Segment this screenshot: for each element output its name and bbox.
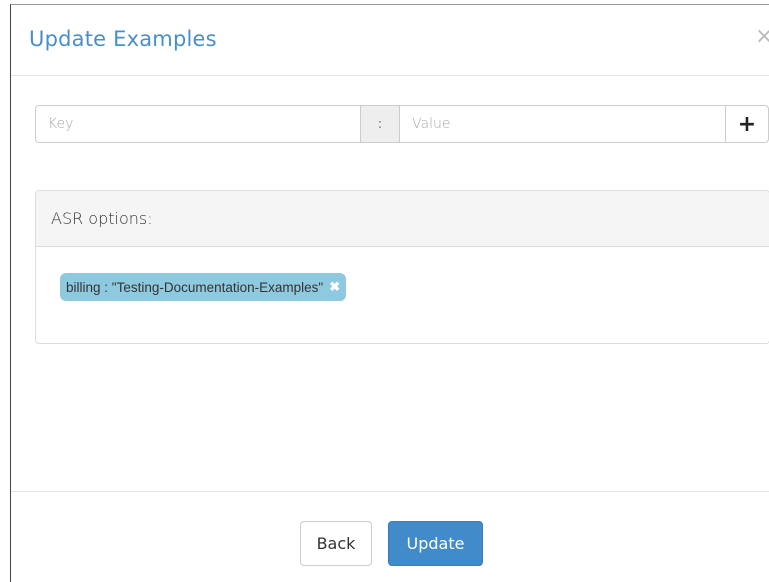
option-tag: billing : "Testing-Documentation-Example… bbox=[60, 273, 347, 301]
back-button[interactable]: Back bbox=[300, 521, 372, 566]
asr-options-panel: ASR options: billing : "Testing-Document… bbox=[35, 190, 769, 344]
modal-header: Update Examples × bbox=[11, 5, 769, 76]
plus-icon: + bbox=[737, 111, 757, 137]
close-icon[interactable]: × bbox=[755, 26, 769, 48]
asr-options-body: billing : "Testing-Documentation-Example… bbox=[36, 247, 769, 327]
key-value-separator: : bbox=[360, 106, 400, 142]
update-examples-modal: Update Examples × : + ASR options: billi… bbox=[10, 4, 769, 582]
option-tag-label: billing : "Testing-Documentation-Example… bbox=[66, 279, 324, 295]
asr-options-heading: ASR options: bbox=[36, 191, 769, 247]
key-input[interactable] bbox=[36, 106, 360, 142]
update-button[interactable]: Update bbox=[388, 521, 483, 566]
modal-footer: Back Update bbox=[11, 491, 769, 582]
modal-title: Update Examples bbox=[29, 27, 217, 51]
remove-icon[interactable]: ✖ bbox=[329, 280, 341, 293]
value-input[interactable] bbox=[400, 106, 725, 142]
key-value-input-group: : + bbox=[35, 105, 769, 143]
add-option-button[interactable]: + bbox=[725, 106, 768, 142]
